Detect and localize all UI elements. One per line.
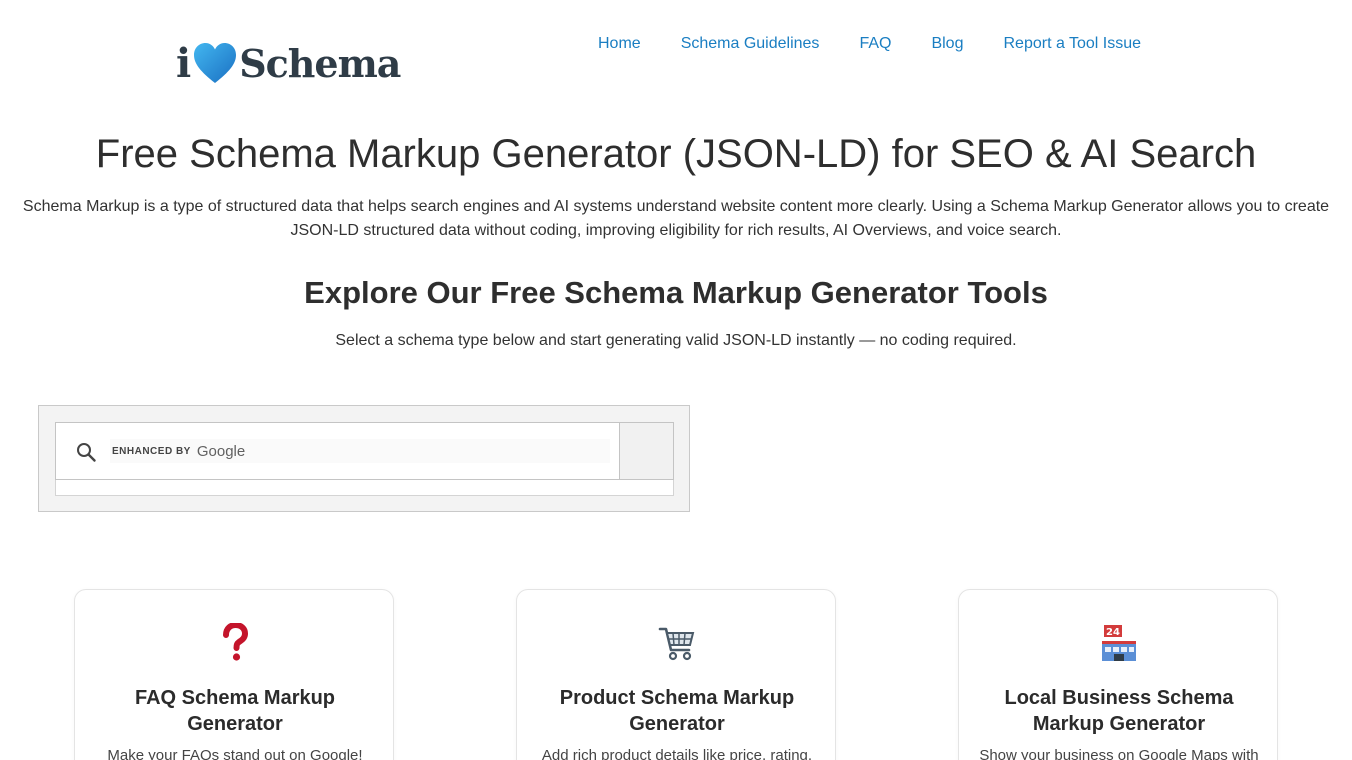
nav-schema-guidelines[interactable]: Schema Guidelines <box>661 32 840 56</box>
shopping-cart-icon <box>657 623 697 663</box>
nav-blog[interactable]: Blog <box>911 32 983 56</box>
tool-card-product[interactable]: Product Schema Markup Generator Add rich… <box>516 589 836 760</box>
card-description: Make your FAQs stand out on Google! <box>107 747 363 760</box>
tool-card-local-business[interactable]: 24 Local Business Schema Markup Generato… <box>958 589 1278 760</box>
search-input[interactable]: ENHANCED BY Google <box>110 439 610 463</box>
page-title: Free Schema Markup Generator (JSON-LD) f… <box>95 132 1257 176</box>
convenience-store-icon: 24 <box>1099 623 1139 663</box>
enhanced-by-label: ENHANCED BY <box>112 445 191 457</box>
google-branding: Google <box>196 442 246 460</box>
question-mark-icon <box>215 623 255 663</box>
tool-card-faq[interactable]: FAQ Schema Markup Generator Make your FA… <box>74 589 394 760</box>
search-button[interactable] <box>619 423 673 479</box>
tools-section-subtitle: Select a schema type below and start gen… <box>335 332 1017 349</box>
card-title: Local Business Schema Markup Generator <box>1004 687 1234 735</box>
nav-home[interactable]: Home <box>578 32 661 56</box>
hero-description: Schema Markup is a type of structured da… <box>22 198 1330 239</box>
nav-faq[interactable]: FAQ <box>839 32 911 56</box>
search-bar: ENHANCED BY Google <box>55 422 674 480</box>
site-logo[interactable]: i Schema <box>176 40 401 88</box>
card-title: Product Schema Markup Generator <box>559 687 795 735</box>
svg-text:24: 24 <box>1106 627 1120 638</box>
card-title: FAQ Schema Markup Generator <box>134 687 336 735</box>
card-description: Show your business on Google Maps with <box>979 747 1259 760</box>
tools-section-title: Explore Our Free Schema Markup Generator… <box>304 275 1048 310</box>
card-description: Add rich product details like price, rat… <box>541 747 813 760</box>
nav-report-tool-issue[interactable]: Report a Tool Issue <box>983 32 1161 56</box>
search-results-area <box>55 480 674 496</box>
logo-wordmark: Schema <box>239 41 401 86</box>
main-nav: Home Schema Guidelines FAQ Blog Report a… <box>578 32 1161 56</box>
site-search-panel: ENHANCED BY Google <box>38 405 690 512</box>
heart-icon <box>194 43 237 83</box>
search-icon[interactable] <box>74 440 98 464</box>
logo-letter: i <box>176 40 192 87</box>
